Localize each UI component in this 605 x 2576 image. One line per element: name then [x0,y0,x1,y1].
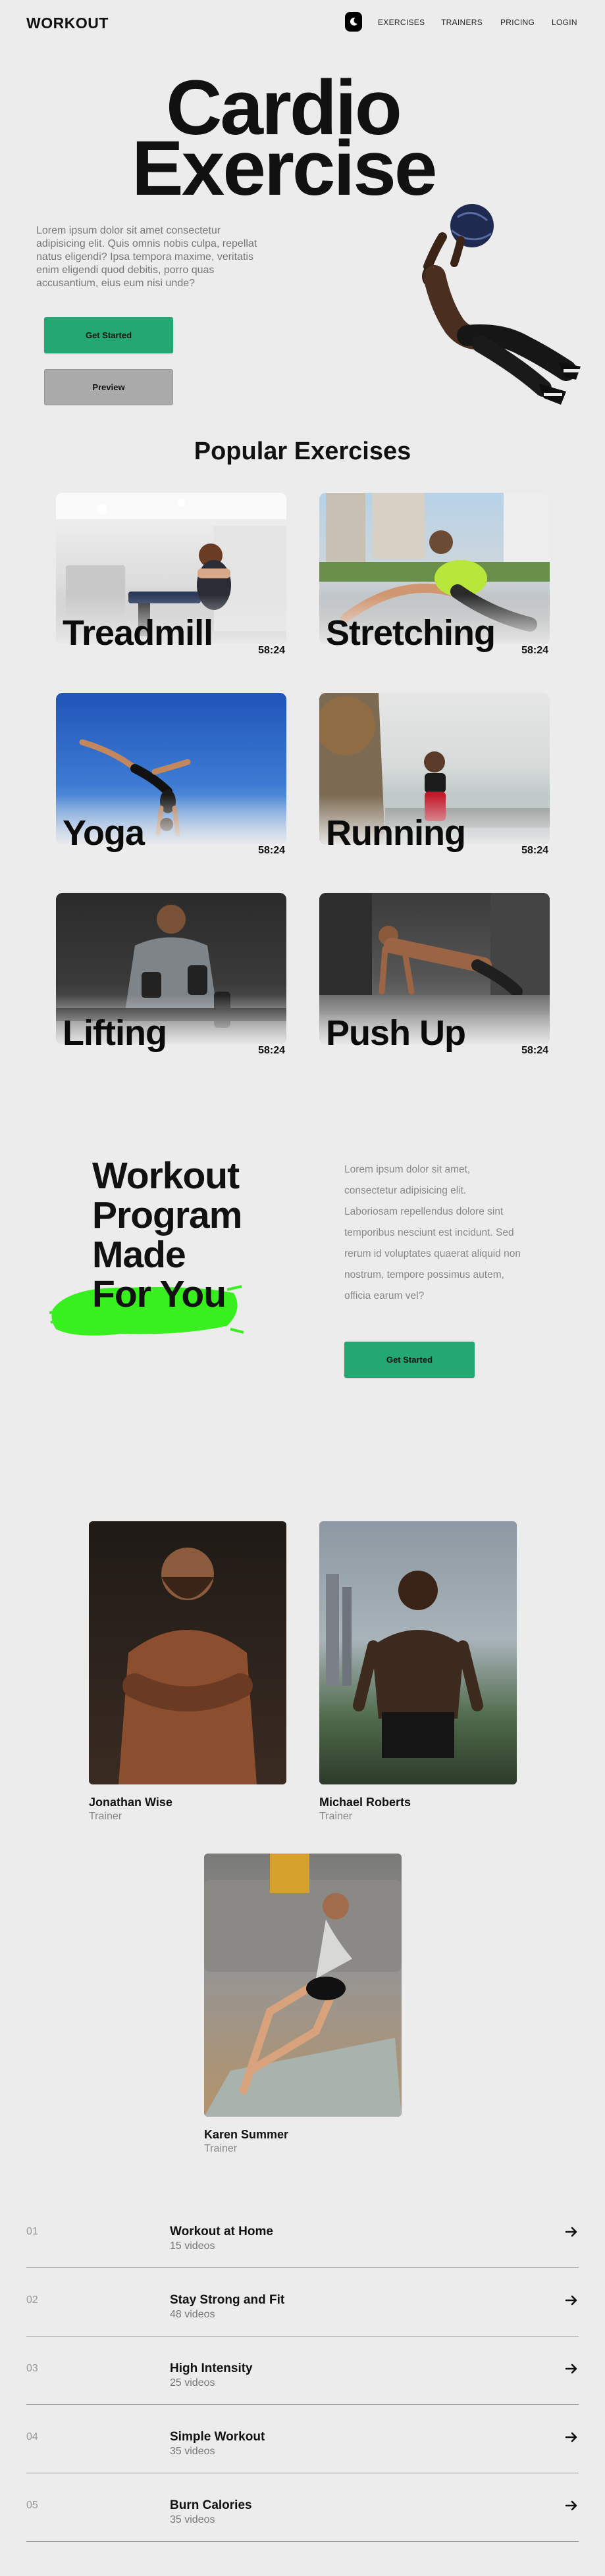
program-get-started-button[interactable]: Get Started [344,1342,475,1378]
program-list-item[interactable]: 01 Workout at Home 15 videos [26,2200,579,2268]
trainer-role: Trainer [89,1811,122,1822]
trainer-name: Jonathan Wise [89,1796,172,1809]
card-title: Treadmill [63,613,213,653]
list-item-number: 04 [26,2431,38,2442]
list-item-subtitle: 35 videos [170,2514,215,2525]
hero-title: Cardio Exercise [132,69,438,212]
card-duration: 58:24 [258,645,285,656]
list-item-number: 05 [26,2500,38,2511]
exercise-card-yoga[interactable]: Yoga 58:24 [56,693,286,857]
site-logo[interactable]: WORKOUT [26,14,109,32]
jumping-athlete-image [422,204,581,405]
popular-exercises-title: Popular Exercises [194,438,411,465]
top-nav: WORKOUT EXERCISES TRAINERS PRICING LOGIN [0,0,605,45]
list-item-title: High Intensity [170,2361,253,2375]
exercise-card-treadmill[interactable]: Treadmill 58:24 [56,493,286,657]
arrow-right-icon[interactable] [564,2430,579,2444]
get-started-button[interactable]: Get Started [44,317,173,353]
program-list-item[interactable]: 02 Stay Strong and Fit 48 videos [26,2268,579,2336]
exercise-card-stretching[interactable]: Stretching 58:24 [319,493,550,657]
exercise-card-lifting[interactable]: Lifting 58:24 [56,893,286,1057]
hero-description: Lorem ipsum dolor sit amet consectetur a… [36,225,257,289]
exercise-card-push-up[interactable]: Push Up 58:24 [319,893,550,1057]
card-title: Running [326,813,466,853]
nav-link-trainers[interactable]: TRAINERS [441,18,483,27]
program-list-item[interactable]: 04 Simple Workout 35 videos [26,2405,579,2473]
program-title-line3: Made [92,1234,186,1276]
card-title: Yoga [63,813,145,853]
card-duration: 58:24 [521,1045,548,1056]
nav-link-exercises[interactable]: EXERCISES [378,18,425,27]
exercise-card-running[interactable]: Running 58:24 [319,693,550,857]
nav-link-pricing[interactable]: PRICING [500,18,535,27]
program-title-line4: For You [92,1273,226,1315]
list-item-number: 03 [26,2363,38,2374]
list-item-title: Workout at Home [170,2225,273,2238]
card-duration: 58:24 [258,845,285,856]
moon-icon [350,17,357,26]
trainer-role: Trainer [204,2143,238,2154]
arrow-right-icon[interactable] [564,2361,579,2376]
trainer-card[interactable]: Karen Summer Trainer [204,1854,402,2155]
list-item-title: Stay Strong and Fit [170,2293,285,2307]
card-title: Stretching [326,613,496,653]
arrow-right-icon[interactable] [564,2498,579,2513]
card-title: Push Up [326,1013,466,1053]
program-list-item[interactable]: 05 Burn Calories 35 videos [26,2473,579,2542]
theme-toggle-button[interactable] [345,12,362,32]
trainer-name: Karen Summer [204,2128,289,2141]
list-item-subtitle: 48 videos [170,2309,215,2320]
trainer-name: Michael Roberts [319,1796,411,1809]
arrow-right-icon[interactable] [564,2225,579,2239]
trainer-role: Trainer [319,1811,353,1822]
program-title-line2: Program [92,1194,242,1236]
hero-title-line2: Exercise [132,125,438,212]
list-item-subtitle: 25 videos [170,2377,215,2388]
list-item-title: Simple Workout [170,2430,265,2444]
list-item-subtitle: 35 videos [170,2446,215,2457]
trainer-photo [89,1521,286,1784]
list-item-subtitle: 15 videos [170,2240,215,2252]
card-title: Lifting [63,1013,167,1053]
trainer-photo [319,1521,517,1784]
card-duration: 58:24 [521,845,548,856]
trainer-card[interactable]: Michael Roberts Trainer [319,1521,517,1823]
arrow-right-icon[interactable] [564,2293,579,2308]
list-item-title: Burn Calories [170,2498,252,2512]
trainer-card[interactable]: Jonathan Wise Trainer [89,1521,286,1823]
program-list-item[interactable]: 03 High Intensity 25 videos [26,2336,579,2405]
program-title-line1: Workout [92,1155,240,1197]
preview-button[interactable]: Preview [44,369,173,405]
card-duration: 58:24 [258,1045,285,1056]
list-item-number: 01 [26,2226,38,2237]
program-description: Lorem ipsum dolor sit amet, consectetur … [344,1164,521,1301]
trainer-photo [204,1854,402,2117]
nav-link-login[interactable]: LOGIN [552,18,577,27]
list-item-number: 02 [26,2294,38,2306]
card-duration: 58:24 [521,645,548,656]
program-title: Workout Program Made For You [92,1156,242,1314]
